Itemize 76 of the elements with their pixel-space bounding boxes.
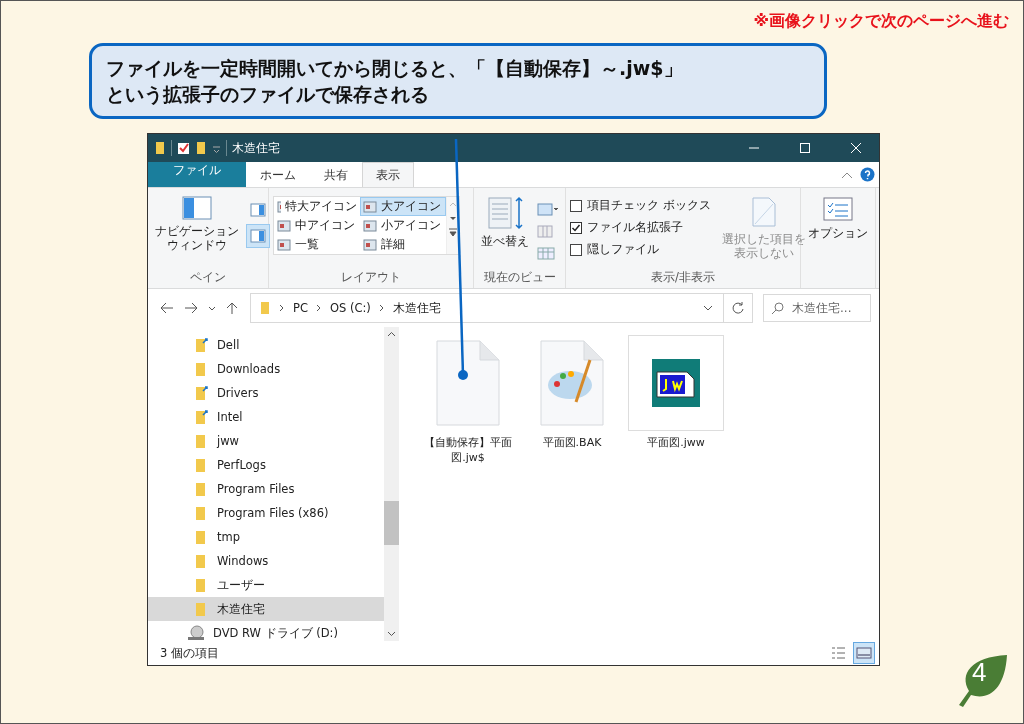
forward-icon[interactable] (182, 300, 200, 316)
help-icon[interactable] (860, 167, 875, 182)
window-title: 木造住宅 (232, 139, 280, 157)
nav-item[interactable]: ユーザー (148, 573, 384, 597)
hidden-file-icon (750, 196, 777, 228)
navigation-pane-icon (182, 196, 212, 220)
breadcrumb[interactable]: PC (293, 301, 308, 315)
callout: ファイルを一定時間開いてから閉じると、「【自動保存】～.jw$」 という拡張子のファイルで保存される (89, 43, 827, 119)
layout-option[interactable]: 特大アイコン (274, 197, 360, 216)
refresh-icon (731, 301, 745, 315)
large-icons-view-icon[interactable] (853, 642, 875, 664)
layout-option[interactable]: 大アイコン (360, 197, 446, 216)
ribbon-tab[interactable]: ファイル (148, 162, 246, 187)
more-icon[interactable] (447, 225, 459, 239)
nav-item[interactable]: DVD RW ドライブ (D:) (148, 621, 384, 645)
layout-option[interactable]: 小アイコン (360, 216, 446, 235)
linked-folder-icon (194, 385, 210, 401)
breadcrumb[interactable]: OS (C:) (329, 301, 371, 315)
breadcrumb[interactable]: 木造住宅 (392, 300, 441, 316)
checkbox-option[interactable]: 隠しファイル (570, 241, 711, 258)
sort-icon (485, 196, 525, 230)
folder-icon[interactable] (154, 141, 166, 155)
status-text: 3 個の項目 (160, 645, 219, 661)
layout-option[interactable]: 一覧 (274, 235, 360, 254)
nav-item[interactable]: Program Files (x86) (148, 501, 384, 525)
back-icon[interactable] (158, 300, 176, 316)
group-label: ペイン (189, 269, 227, 286)
folder-icon (259, 301, 271, 315)
address-bar[interactable]: PC OS (C:) 木造住宅 (250, 293, 724, 323)
checkbox-option[interactable]: 項目チェック ボックス (570, 197, 711, 214)
group-label: 表示/非表示 (650, 269, 716, 286)
jww-file-icon (628, 335, 724, 431)
group-label: 現在のビュー (482, 269, 557, 286)
details-pane-icon[interactable] (246, 224, 270, 248)
preview-pane-icon[interactable] (249, 202, 267, 218)
search-field[interactable]: 木造住宅... (763, 294, 871, 322)
folder-icon[interactable] (195, 141, 207, 155)
nav-item[interactable]: Program Files (148, 477, 384, 501)
scrollbar-thumb[interactable] (384, 501, 399, 545)
refresh-button[interactable] (723, 293, 753, 323)
ribbon-tab[interactable]: 表示 (362, 162, 414, 187)
dvd-drive-icon (186, 625, 206, 641)
nav-item[interactable]: Dell (148, 333, 384, 357)
view-icon (277, 219, 291, 232)
nav-item[interactable]: PerfLogs (148, 453, 384, 477)
checklist-icon (823, 196, 853, 222)
file-item[interactable]: 平面図.jww (627, 335, 725, 450)
nav-item[interactable]: Windows (148, 549, 384, 573)
nav-item[interactable]: Downloads (148, 357, 384, 381)
notice-text: ※画像クリックで次のページへ進む (753, 11, 1009, 32)
nav-item[interactable]: Drivers (148, 381, 384, 405)
view-icon (363, 238, 377, 251)
palette-file-icon (540, 340, 604, 426)
file-item[interactable]: 平面図.BAK (523, 335, 621, 450)
view-icon (277, 238, 291, 251)
nav-item[interactable]: tmp (148, 525, 384, 549)
sort-button[interactable]: 並べ替え (478, 194, 532, 250)
nav-item[interactable]: jww (148, 429, 384, 453)
checkmark-icon (571, 222, 581, 233)
nav-item[interactable]: Intel (148, 405, 384, 429)
layout-option[interactable]: 詳細 (360, 235, 446, 254)
view-icon (363, 219, 377, 232)
view-icon (277, 200, 281, 213)
file-item[interactable]: 【自動保存】平面図.jw$ (419, 335, 517, 465)
layout-option[interactable]: 中アイコン (274, 216, 360, 235)
nav-item[interactable]: 木造住宅 (148, 597, 384, 621)
search-icon (771, 301, 785, 315)
linked-folder-icon (194, 409, 210, 425)
navigation-pane-button[interactable]: ナビゲーション ウィンドウ (152, 194, 242, 254)
view-icon (363, 200, 377, 213)
up-icon[interactable] (224, 300, 240, 316)
properties-icon[interactable] (177, 141, 190, 155)
checkbox-option[interactable]: ファイル名拡張子 (570, 219, 711, 236)
group-label: レイアウト (340, 269, 402, 286)
blank-file-icon (436, 340, 500, 426)
linked-folder-icon (194, 337, 210, 353)
